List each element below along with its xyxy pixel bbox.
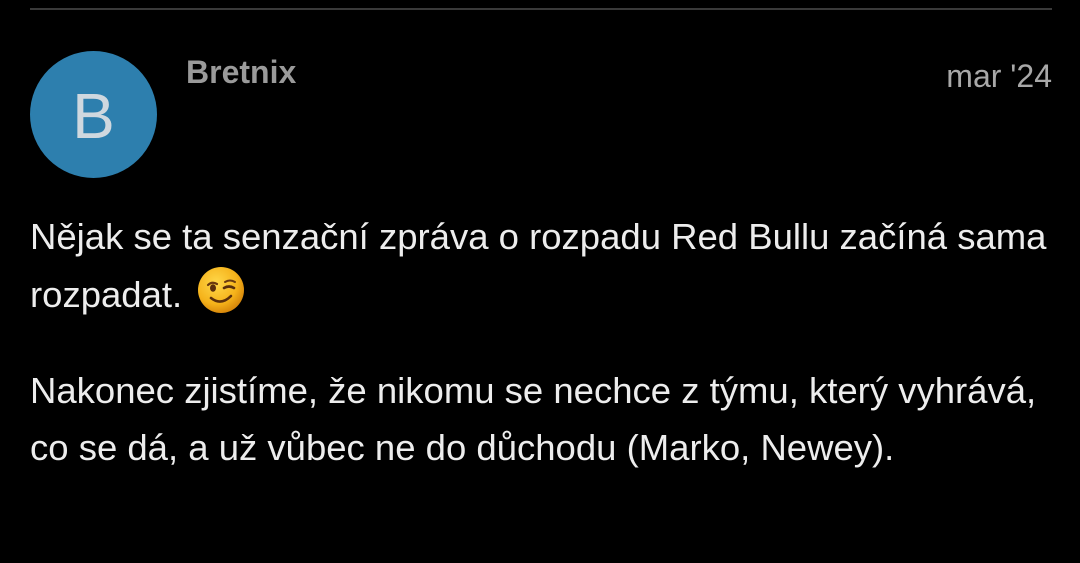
username-link[interactable]: Bretnix <box>186 54 296 91</box>
post-paragraph: Nějak se ta senzační zpráva o rozpadu Re… <box>30 208 1050 323</box>
post-date[interactable]: mar '24 <box>946 58 1052 95</box>
avatar[interactable]: B <box>30 51 157 178</box>
post-body: Nějak se ta senzační zpráva o rozpadu Re… <box>30 208 1050 476</box>
avatar-letter: B <box>72 79 115 152</box>
forum-post: B Bretnix mar '24 Nějak se ta senzační z… <box>0 0 1080 563</box>
post-paragraph: Nakonec zjistíme, že nikomu se nechce z … <box>30 370 1037 468</box>
post-paragraph-text: Nějak se ta senzační zpráva o rozpadu Re… <box>30 216 1047 315</box>
winking-face-icon <box>198 267 245 313</box>
